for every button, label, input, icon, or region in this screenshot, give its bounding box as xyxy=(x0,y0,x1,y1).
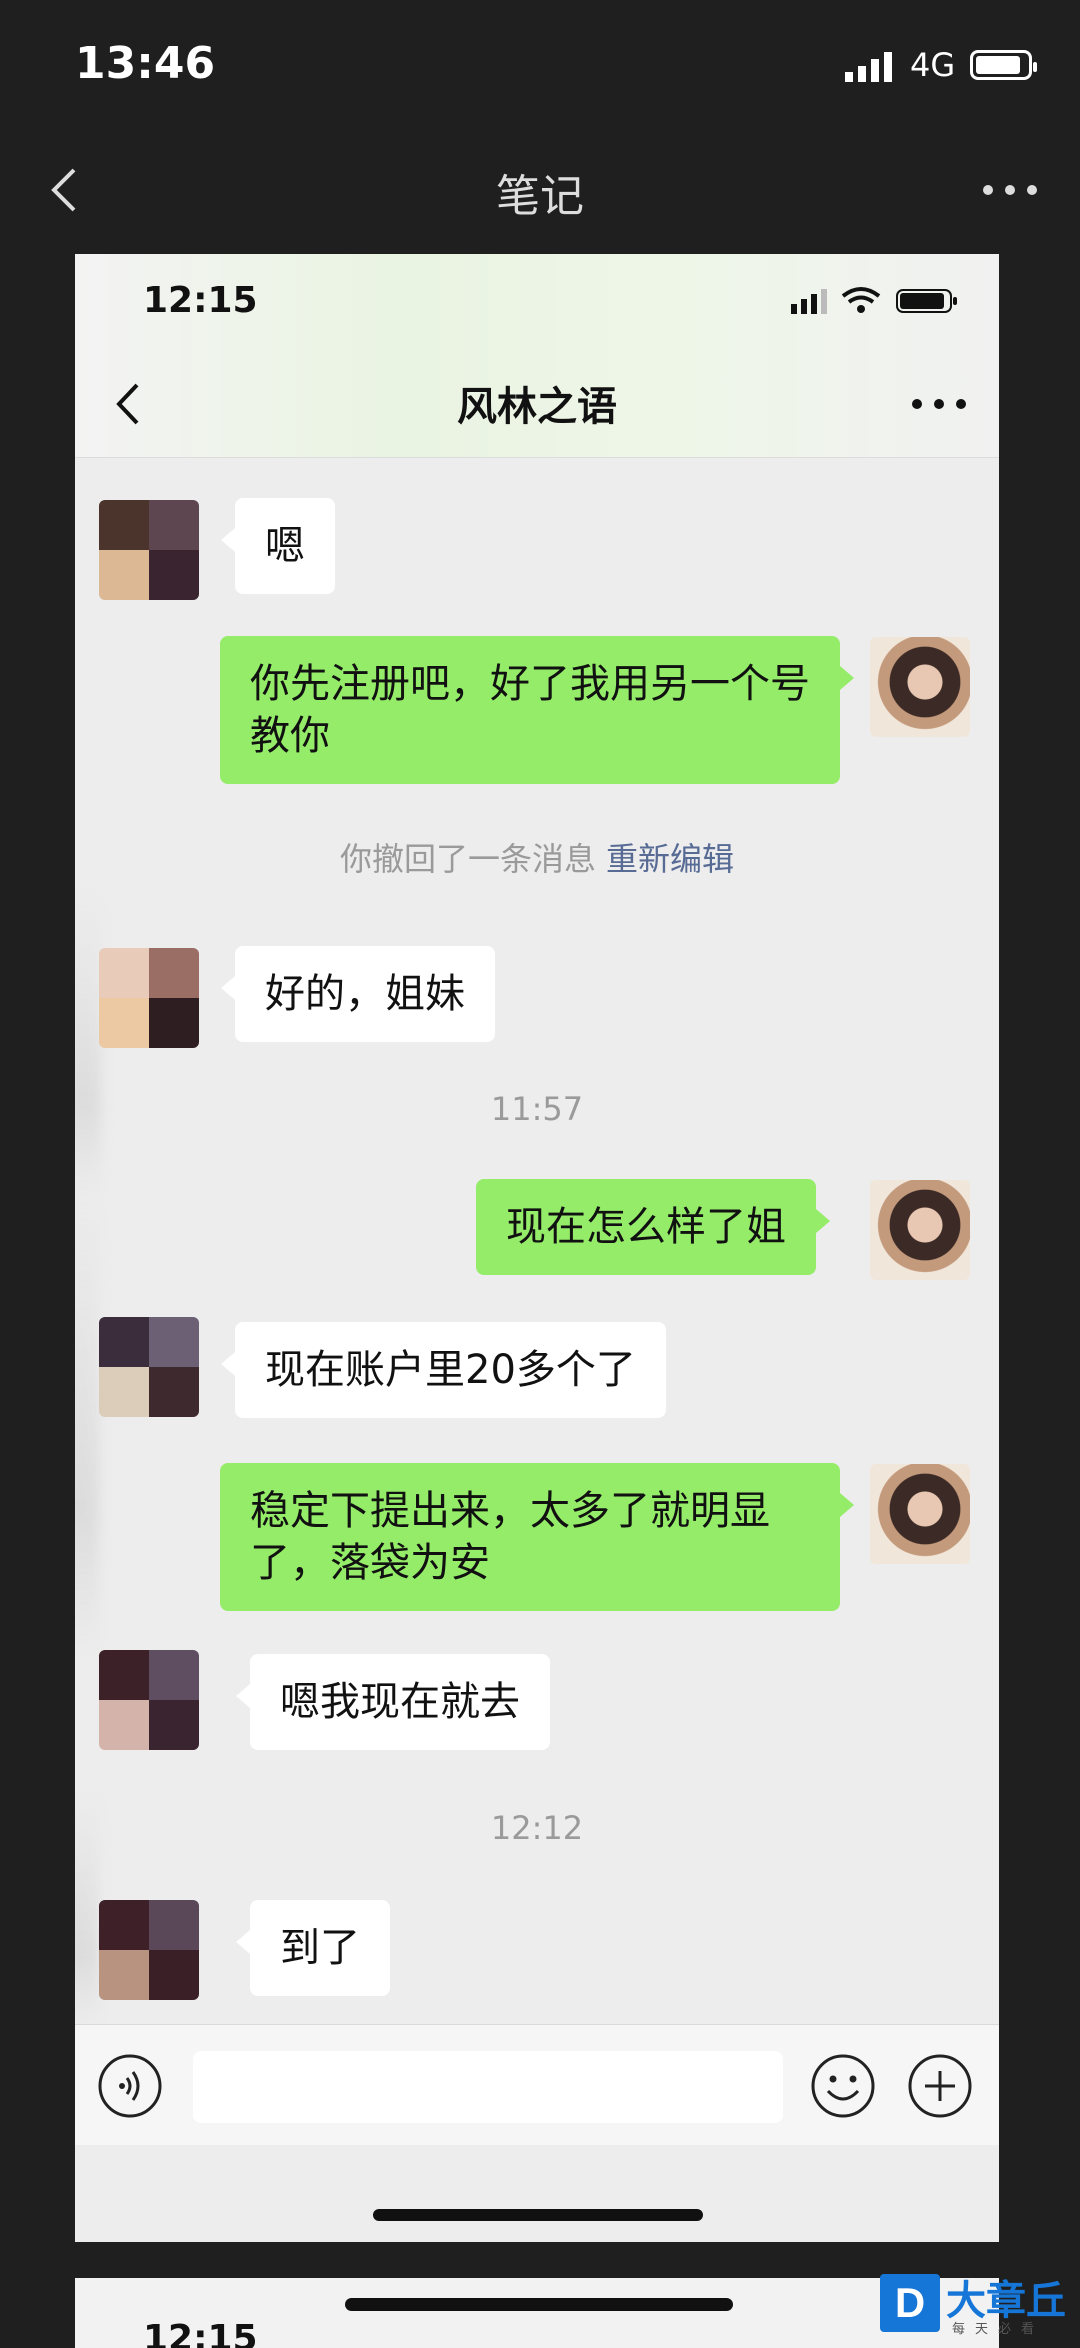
watermark-letter: D xyxy=(880,2274,940,2332)
watermark-logo: D 大章丘 每天必看 xyxy=(880,2268,1080,2339)
blur-strip xyxy=(75,1184,99,1654)
chat-more-icon[interactable] xyxy=(909,389,969,419)
inner-status-icons xyxy=(791,287,957,314)
notes-title: 笔记 xyxy=(496,171,584,222)
recall-notice-text: 你撤回了一条消息 xyxy=(339,840,596,878)
chat-header: 12:15 风林之语 xyxy=(75,254,999,458)
voice-icon[interactable] xyxy=(97,2053,163,2119)
home-indicator[interactable] xyxy=(345,2298,733,2311)
chat-title: 风林之语 xyxy=(457,384,617,430)
notes-nav-bar: 笔记 xyxy=(0,140,1080,240)
more-dots-icon[interactable] xyxy=(980,170,1040,210)
my-avatar[interactable] xyxy=(870,1180,970,1280)
message-bubble[interactable]: 稳定下提出来，太多了就明显了，落袋为安 xyxy=(220,1463,854,1611)
next-screenshot: 12:15 xyxy=(75,2278,999,2348)
outer-status-bar: 13:46 4G xyxy=(0,0,1080,130)
system-notice: 你撤回了一条消息 重新编辑 xyxy=(75,834,999,880)
contact-avatar[interactable] xyxy=(99,948,199,1048)
next-screenshot-time: 12:15 xyxy=(143,2318,258,2348)
plus-icon[interactable] xyxy=(907,2053,973,2119)
signal-icon xyxy=(845,52,892,82)
contact-avatar[interactable] xyxy=(99,1650,199,1750)
timestamp: 11:57 xyxy=(490,1090,584,1128)
blur-strip xyxy=(75,894,101,1194)
network-type: 4G xyxy=(910,46,956,84)
message-bubble[interactable]: 现在账户里20多个了 xyxy=(221,1322,666,1418)
chat-input-bar xyxy=(75,2024,999,2145)
contact-avatar[interactable] xyxy=(99,500,199,600)
message-bubble[interactable]: 好的，姐妹 xyxy=(221,946,495,1042)
message-bubble[interactable]: 你先注册吧，好了我用另一个号教你 xyxy=(220,636,854,784)
message-bubble[interactable]: 嗯 xyxy=(221,498,335,594)
inner-home-indicator xyxy=(373,2209,703,2221)
message-bubble[interactable]: 到了 xyxy=(236,1900,390,1996)
contact-avatar[interactable] xyxy=(99,1900,199,2000)
outer-status-time: 13:46 xyxy=(75,38,216,89)
inner-status-time: 12:15 xyxy=(143,280,258,321)
timestamp: 12:12 xyxy=(490,1809,584,1847)
message-bubble[interactable]: 嗯我现在就去 xyxy=(236,1654,550,1750)
emoji-icon[interactable] xyxy=(810,2053,876,2119)
message-bubble[interactable]: 现在怎么样了姐 xyxy=(476,1179,830,1275)
my-avatar[interactable] xyxy=(870,1464,970,1564)
message-input[interactable] xyxy=(193,2051,783,2123)
re-edit-link[interactable]: 重新编辑 xyxy=(606,840,734,878)
battery-icon xyxy=(970,50,1037,80)
watermark-sub: 每天必看 xyxy=(952,2322,1045,2337)
chat-screenshot: 12:15 风林之语 嗯 你先注册吧，好了我用另一个号教你 你撤回了一条消息 重新… xyxy=(75,254,999,2242)
contact-avatar[interactable] xyxy=(99,1317,199,1417)
my-avatar[interactable] xyxy=(870,637,970,737)
